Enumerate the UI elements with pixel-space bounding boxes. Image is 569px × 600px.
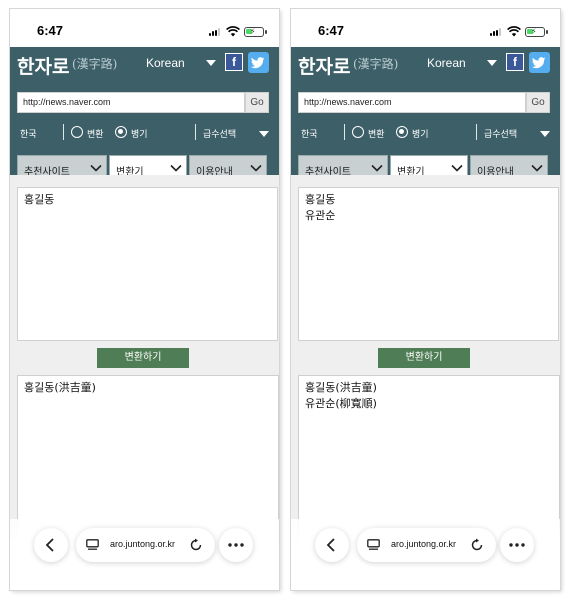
status-bar: 6:47 ⚡ [10,9,279,47]
phone-screen-2: 6:47 ⚡ 한자로 (漢字路) Korean f http://news.na… [291,9,560,590]
radio-convert-label: 변환 [87,130,104,140]
divider [476,124,477,140]
wifi-icon [226,26,240,37]
back-icon [326,538,335,552]
address-bar[interactable]: aro.juntong.or.kr [76,528,215,562]
reader-icon[interactable] [367,539,380,550]
status-bar: 6:47 ⚡ [291,9,560,47]
reader-icon[interactable] [86,539,99,550]
chevron-down-icon [90,164,102,172]
signal-icon [209,28,222,36]
site-logo-hanja: (漢字路) [72,57,118,71]
more-button[interactable] [219,528,253,562]
back-button[interactable] [315,528,349,562]
radio-both-label: 병기 [131,130,148,140]
reload-icon[interactable] [189,538,203,552]
go-button[interactable]: Go [526,92,550,113]
language-select[interactable]: Korean [146,56,185,70]
status-time: 6:47 [318,23,345,38]
reload-icon[interactable] [470,538,484,552]
site-logo[interactable]: 한자로 [17,52,69,79]
divider [344,124,345,140]
input-line: 홍길동 [24,193,55,206]
url-input[interactable]: http://news.naver.com [17,92,245,113]
chevron-down-icon [250,164,262,172]
language-select[interactable]: Korean [427,56,466,70]
output-line: 홍길동(洪吉童) [305,381,377,394]
url-input[interactable]: http://news.naver.com [298,92,526,113]
site-header: 한자로 (漢字路) Korean f http://news.naver.com… [10,47,279,183]
language-option[interactable]: 한국 [301,127,318,140]
more-button[interactable] [500,528,534,562]
grade-select[interactable]: 급수선택 [203,127,236,140]
back-icon [45,538,54,552]
convert-button[interactable]: 변환하기 [97,348,189,368]
go-button[interactable]: Go [245,92,269,113]
chevron-down-icon [371,164,383,172]
chevron-down-icon [451,164,463,172]
language-option[interactable]: 한국 [20,127,37,140]
address-text: aro.juntong.or.kr [110,539,176,549]
input-line: 홍길동 [305,193,336,206]
radio-both[interactable] [396,126,408,138]
status-time: 6:47 [37,23,64,38]
twitter-icon[interactable] [248,52,269,73]
facebook-icon[interactable]: f [506,53,524,71]
input-textarea[interactable]: 홍길동 유관순 [298,187,559,341]
twitter-icon[interactable] [529,52,550,73]
grade-select[interactable]: 급수선택 [484,127,517,140]
facebook-icon[interactable]: f [225,53,243,71]
input-line: 유관순 [305,209,336,222]
site-logo[interactable]: 한자로 [298,52,350,79]
radio-both[interactable] [115,126,127,138]
site-header: 한자로 (漢字路) Korean f http://news.naver.com… [291,47,560,183]
input-textarea[interactable]: 홍길동 [17,187,278,341]
chevron-down-icon[interactable] [206,60,216,66]
radio-convert-label: 변환 [368,130,385,140]
divider [63,124,64,140]
address-text: aro.juntong.or.kr [391,539,457,549]
chevron-down-icon[interactable] [540,131,550,137]
chevron-down-icon [170,164,182,172]
more-icon [228,543,244,547]
address-bar[interactable]: aro.juntong.or.kr [357,528,496,562]
back-button[interactable] [34,528,68,562]
signal-icon [490,28,503,36]
chevron-down-icon [531,164,543,172]
radio-convert[interactable] [352,126,364,138]
site-logo-hanja: (漢字路) [353,57,399,71]
chevron-down-icon[interactable] [259,131,269,137]
output-line: 유관순(柳寬順) [305,397,377,410]
wifi-icon [507,26,521,37]
battery-icon: ⚡ [525,27,548,37]
phone-screen-1: 6:47 ⚡ 한자로 (漢字路) Korean f http://news.na… [10,9,279,590]
radio-convert[interactable] [71,126,83,138]
more-icon [509,543,525,547]
radio-both-label: 병기 [412,130,429,140]
output-line: 홍길동(洪吉童) [24,381,96,394]
divider [195,124,196,140]
convert-button[interactable]: 변환하기 [378,348,470,368]
chevron-down-icon[interactable] [487,60,497,66]
battery-icon: ⚡ [244,27,267,37]
